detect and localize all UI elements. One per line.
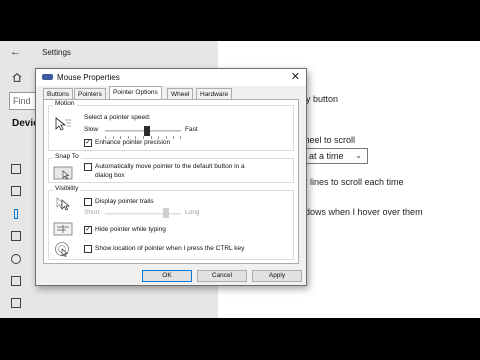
fast-label: Fast (185, 126, 198, 133)
screen: ← Settings Find Devices ary button wheel… (0, 0, 480, 360)
visibility-group-label: Visibility (53, 185, 81, 192)
snap-to-group-label: Snap To (53, 153, 81, 160)
tab-hardware[interactable]: Hardware (196, 88, 233, 99)
usb-icon[interactable] (11, 298, 21, 308)
autoplay-icon[interactable] (11, 276, 21, 286)
hide-pointer-icon (53, 222, 73, 236)
snap-to-icon (53, 166, 73, 180)
tab-buttons[interactable]: Buttons (43, 88, 74, 99)
enhance-precision-label: Enhance pointer precision (95, 139, 171, 146)
hide-pointer-checkbox[interactable]: ✓ (84, 226, 92, 234)
pen-icon[interactable] (11, 254, 21, 264)
pointer-trails-icon (56, 197, 70, 211)
chevron-down-icon: ⌄ (355, 151, 362, 160)
show-location-label: Show location of pointer when I press th… (95, 245, 245, 252)
motion-group: Motion Select a pointer speed: Slow Fast… (48, 100, 294, 151)
pointer-speed-icon (55, 117, 71, 131)
pointer-trails-label: Display pointer trails (95, 198, 154, 205)
settings-window-title: Settings (42, 48, 71, 57)
tab-wheel[interactable]: Wheel (167, 88, 194, 99)
ok-button[interactable]: OK (142, 270, 192, 282)
long-label: Long (185, 209, 200, 216)
scroll-amount-select[interactable]: at a time ⌄ (298, 148, 368, 164)
pointer-trails-track (105, 213, 181, 215)
dialog-titlebar[interactable]: Mouse Properties ✕ (36, 69, 306, 86)
mouse-properties-dialog: Mouse Properties ✕ Buttons Pointers Poin… (35, 68, 307, 286)
visibility-group: Visibility Display pointer trails Short … (48, 185, 294, 260)
close-icon[interactable]: ✕ (291, 70, 300, 83)
back-arrow-icon[interactable]: ← (10, 46, 21, 58)
hide-pointer-label: Hide pointer while typing (95, 226, 166, 233)
scroll-amount-value: at a time (309, 151, 344, 161)
show-location-checkbox[interactable] (84, 245, 92, 253)
home-icon[interactable] (12, 73, 22, 82)
tab-pointer-options[interactable]: Pointer Options (109, 86, 162, 99)
inactive-scroll-text: indows when I hover over them (298, 207, 423, 217)
touchpad-icon[interactable] (11, 231, 21, 241)
tab-pointers[interactable]: Pointers (74, 88, 106, 99)
snap-to-group: Snap To Automatically move pointer to th… (48, 153, 294, 183)
snap-to-label-line2: dialog box (95, 172, 125, 179)
pointer-speed-label: Select a pointer speed: (84, 114, 151, 121)
scroll-lines-text: ny lines to scroll each time (298, 177, 404, 187)
dialog-title: Mouse Properties (57, 73, 120, 82)
mouse-icon[interactable] (14, 209, 18, 219)
enhance-precision-checkbox[interactable]: ✓ (84, 139, 92, 147)
pointer-trails-slider (162, 208, 169, 218)
mouse-app-icon (42, 74, 53, 80)
snap-to-label: Automatically move pointer to the defaul… (95, 163, 245, 170)
show-location-icon (55, 242, 69, 257)
motion-group-label: Motion (53, 100, 77, 107)
snap-to-checkbox[interactable] (84, 163, 92, 171)
pointer-trails-checkbox[interactable] (84, 198, 92, 206)
short-label: Short (84, 209, 100, 216)
printer-icon[interactable] (11, 186, 21, 196)
cancel-button[interactable]: Cancel (197, 270, 247, 282)
apply-button[interactable]: Apply (252, 270, 302, 282)
slow-label: Slow (84, 126, 99, 133)
bluetooth-icon[interactable] (11, 164, 21, 174)
pointer-options-pane: Motion Select a pointer speed: Slow Fast… (43, 99, 299, 264)
pointer-speed-slider[interactable] (143, 126, 150, 136)
